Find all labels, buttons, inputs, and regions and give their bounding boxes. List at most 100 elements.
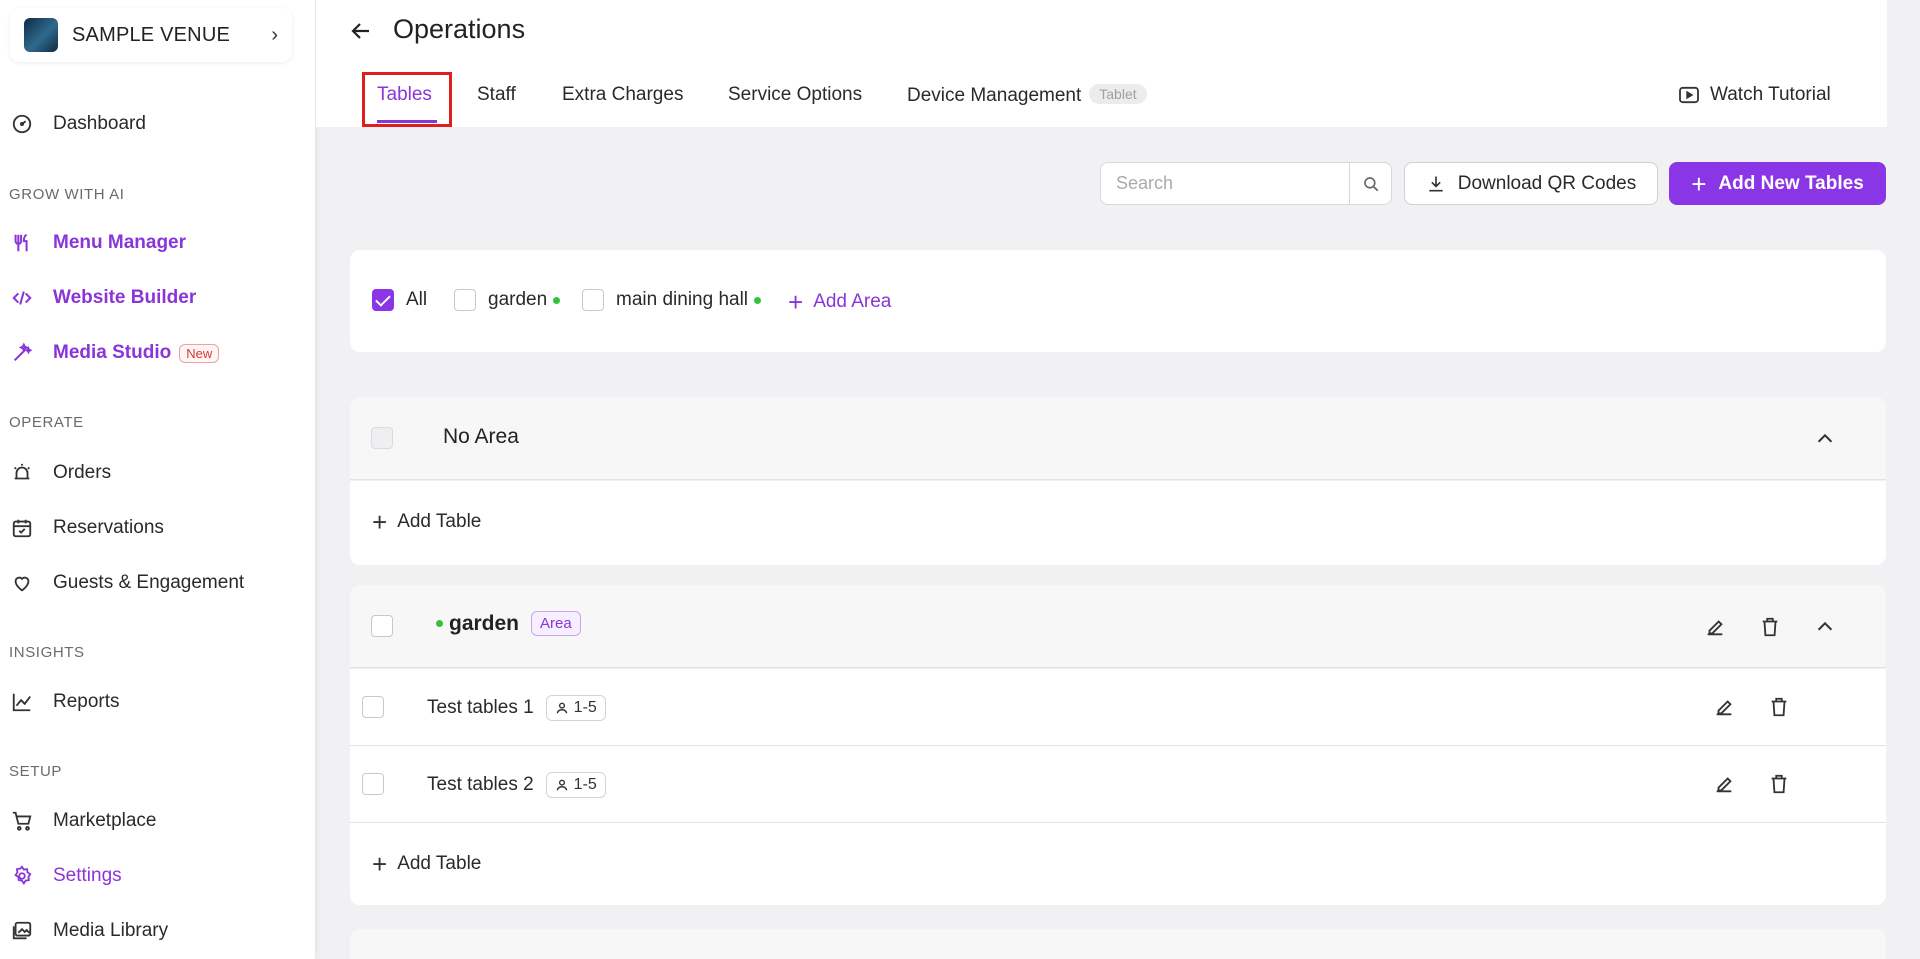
code-icon xyxy=(9,285,35,311)
person-icon xyxy=(556,702,568,714)
all-checkbox[interactable] xyxy=(372,289,394,311)
table-row: Test tables 2 1-5 xyxy=(350,746,1886,823)
main-dining-hall-checkbox[interactable] xyxy=(582,289,604,311)
search-box xyxy=(1100,162,1392,205)
chevron-right-icon: › xyxy=(271,23,278,46)
sidebar: SAMPLE VENUE › Dashboard GROW WITH AI Me… xyxy=(0,0,316,959)
group-header-garden: garden Area xyxy=(350,585,1886,668)
search-input[interactable] xyxy=(1101,163,1349,204)
group-checkbox[interactable] xyxy=(371,615,393,637)
new-badge: New xyxy=(179,343,220,363)
tablet-badge: Tablet xyxy=(1089,84,1147,104)
chevron-up-icon[interactable] xyxy=(1810,424,1840,454)
sidebar-item-label: Orders xyxy=(53,462,112,483)
group-title-wrap: garden Area xyxy=(436,611,581,636)
sidebar-item-settings[interactable]: Settings xyxy=(0,856,316,896)
tab-staff[interactable]: Staff xyxy=(477,84,516,106)
tab-service-options[interactable]: Service Options xyxy=(728,84,862,106)
tab-extra-charges[interactable]: Extra Charges xyxy=(562,84,683,106)
filter-label: garden xyxy=(488,289,548,310)
status-dot xyxy=(754,296,762,304)
sidebar-item-orders[interactable]: Orders xyxy=(0,453,316,493)
trash-icon[interactable] xyxy=(1764,769,1794,799)
add-table-label: Add Table xyxy=(397,853,482,874)
row-checkbox[interactable] xyxy=(362,696,384,718)
sidebar-item-reports[interactable]: Reports xyxy=(0,682,316,722)
add-table-button[interactable]: + Add Table xyxy=(372,509,481,535)
filter-main-dining-hall[interactable]: main dining hall xyxy=(582,289,762,311)
sidebar-item-label: Settings xyxy=(53,865,122,886)
table-name-wrap: Test tables 1 1-5 xyxy=(427,695,606,721)
back-arrow-icon[interactable] xyxy=(346,16,376,46)
capacity-value: 1-5 xyxy=(573,776,597,793)
group-title: garden xyxy=(449,611,520,635)
venue-name: SAMPLE VENUE xyxy=(72,23,231,46)
row-checkbox[interactable] xyxy=(362,773,384,795)
add-area-button[interactable]: + Add Area xyxy=(788,289,891,315)
plus-icon: + xyxy=(1691,168,1707,199)
sidebar-item-media-library[interactable]: Media Library xyxy=(0,911,316,951)
edit-pencil-icon[interactable] xyxy=(1700,612,1730,642)
venue-selector[interactable]: SAMPLE VENUE › xyxy=(10,8,292,62)
sidebar-item-label: Reports xyxy=(53,691,120,712)
sidebar-item-guests[interactable]: Guests & Engagement xyxy=(0,563,316,603)
search-icon[interactable] xyxy=(1349,163,1391,204)
page-header xyxy=(316,0,1887,127)
table-name: Test tables 2 xyxy=(427,774,534,795)
tab-device-management[interactable]: Device Management Tablet xyxy=(907,84,1147,107)
section-grow-with-ai: GROW WITH AI xyxy=(9,186,125,203)
status-dot xyxy=(553,296,561,304)
highlight-box xyxy=(362,72,452,127)
section-insights: INSIGHTS xyxy=(9,644,85,661)
sidebar-item-media-studio[interactable]: Media Studio New xyxy=(0,333,316,373)
line-chart-icon xyxy=(9,689,35,715)
sidebar-item-marketplace[interactable]: Marketplace xyxy=(0,801,316,841)
group-body-no-area: + Add Table xyxy=(350,481,1886,565)
watch-tutorial-button[interactable]: Watch Tutorial xyxy=(1678,84,1831,106)
cart-icon xyxy=(9,808,35,834)
group-header-main-dining-hall xyxy=(350,929,1886,959)
sidebar-item-dashboard[interactable]: Dashboard xyxy=(0,104,316,144)
sidebar-item-label: Marketplace xyxy=(53,810,157,831)
download-qr-codes-button[interactable]: Download QR Codes xyxy=(1404,162,1658,205)
sidebar-item-website-builder[interactable]: Website Builder xyxy=(0,278,316,318)
sidebar-item-menu-manager[interactable]: Menu Manager xyxy=(0,223,316,263)
sidebar-item-label: Media Library xyxy=(53,920,169,941)
capacity-value: 1-5 xyxy=(573,699,597,716)
section-operate: OPERATE xyxy=(9,414,84,431)
chevron-up-icon[interactable] xyxy=(1810,612,1840,642)
sidebar-item-label: Dashboard xyxy=(53,113,146,134)
trash-icon[interactable] xyxy=(1764,692,1794,722)
filter-garden[interactable]: garden xyxy=(454,289,561,311)
trash-icon[interactable] xyxy=(1755,612,1785,642)
plus-icon: + xyxy=(788,287,804,317)
capacity-badge: 1-5 xyxy=(545,772,606,798)
dashboard-gauge-icon xyxy=(9,111,35,137)
group-body-garden: Test tables 1 1-5 Test tables 2 1-5 + Ad… xyxy=(350,669,1886,905)
section-setup: SETUP xyxy=(9,763,63,780)
watch-tutorial-label: Watch Tutorial xyxy=(1710,84,1831,105)
area-filter-card: All garden main dining hall + Add Area xyxy=(350,250,1886,352)
download-qr-codes-label: Download QR Codes xyxy=(1457,172,1637,194)
filter-all[interactable]: All xyxy=(372,289,427,311)
calendar-check-icon xyxy=(9,515,35,541)
add-new-tables-label: Add New Tables xyxy=(1718,172,1864,194)
heart-icon xyxy=(9,570,35,596)
gear-icon xyxy=(9,863,35,889)
add-new-tables-button[interactable]: + Add New Tables xyxy=(1669,162,1886,205)
group-checkbox[interactable] xyxy=(371,427,393,449)
sidebar-item-label: Menu Manager xyxy=(53,232,187,253)
table-row: Test tables 1 1-5 xyxy=(350,669,1886,746)
add-table-button[interactable]: + Add Table xyxy=(372,851,481,877)
edit-pencil-icon[interactable] xyxy=(1709,692,1739,722)
edit-pencil-icon[interactable] xyxy=(1709,769,1739,799)
table-name-wrap: Test tables 2 1-5 xyxy=(427,772,606,798)
group-header-no-area: No Area xyxy=(350,397,1886,480)
area-badge: Area xyxy=(531,611,581,636)
sidebar-item-label: Reservations xyxy=(53,517,164,538)
garden-checkbox[interactable] xyxy=(454,289,476,311)
sidebar-item-reservations[interactable]: Reservations xyxy=(0,508,316,548)
page-title: Operations xyxy=(393,14,526,44)
image-gallery-icon xyxy=(9,918,35,944)
sidebar-item-label: Media Studio xyxy=(53,342,172,363)
